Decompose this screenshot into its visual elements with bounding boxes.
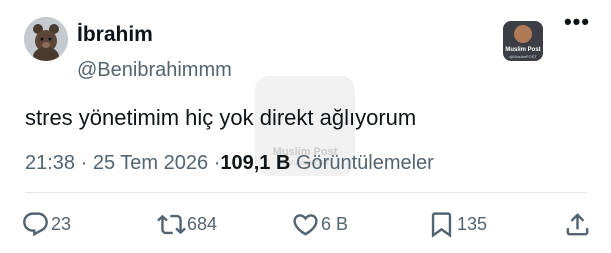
heart-icon <box>293 213 318 236</box>
tweet-date[interactable]: 25 Tem 2026 <box>93 152 208 174</box>
repost-icon <box>157 214 186 234</box>
tweet-text: stres yönetimim hiç yok direkt ağlıyorum <box>25 105 417 130</box>
bear-avatar-icon <box>24 17 68 61</box>
source-badge: Muslim Post @MuslimPOST <box>503 21 543 61</box>
share-button[interactable] <box>563 208 592 240</box>
reply-count: 23 <box>51 214 72 234</box>
reply-icon <box>23 211 48 236</box>
bookmark-button[interactable]: 135 <box>427 208 487 240</box>
tweet-time[interactable]: 21:38 <box>25 152 75 174</box>
author-avatar[interactable] <box>24 17 68 61</box>
author-display-name[interactable]: İbrahim <box>77 22 153 48</box>
reply-button[interactable]: 23 <box>21 208 71 240</box>
meta-separator: · <box>80 152 88 174</box>
repost-button[interactable]: 684 <box>157 208 217 240</box>
divider <box>25 192 587 193</box>
like-count: 6 B <box>321 214 349 234</box>
more-options-button[interactable]: ••• <box>563 9 591 38</box>
repost-count: 684 <box>187 214 218 234</box>
tweet-meta: 21:38 · 25 Tem 2026 ·109,1 B Görüntüleme… <box>25 150 434 176</box>
views-label[interactable]: Görüntülemeler <box>296 152 434 174</box>
more-dots-icon: ••• <box>563 9 591 34</box>
source-badge-handle: @MuslimPOST <box>509 54 537 59</box>
like-button[interactable]: 6 B <box>291 208 348 240</box>
share-icon <box>566 212 589 235</box>
author-handle[interactable]: @Benibrahimmm <box>77 58 232 82</box>
bookmark-count: 135 <box>457 214 488 234</box>
bookmark-icon <box>431 211 452 238</box>
source-badge-name: Muslim Post <box>505 47 541 53</box>
views-count[interactable]: 109,1 B <box>220 152 290 174</box>
source-badge-avatar <box>514 25 532 43</box>
